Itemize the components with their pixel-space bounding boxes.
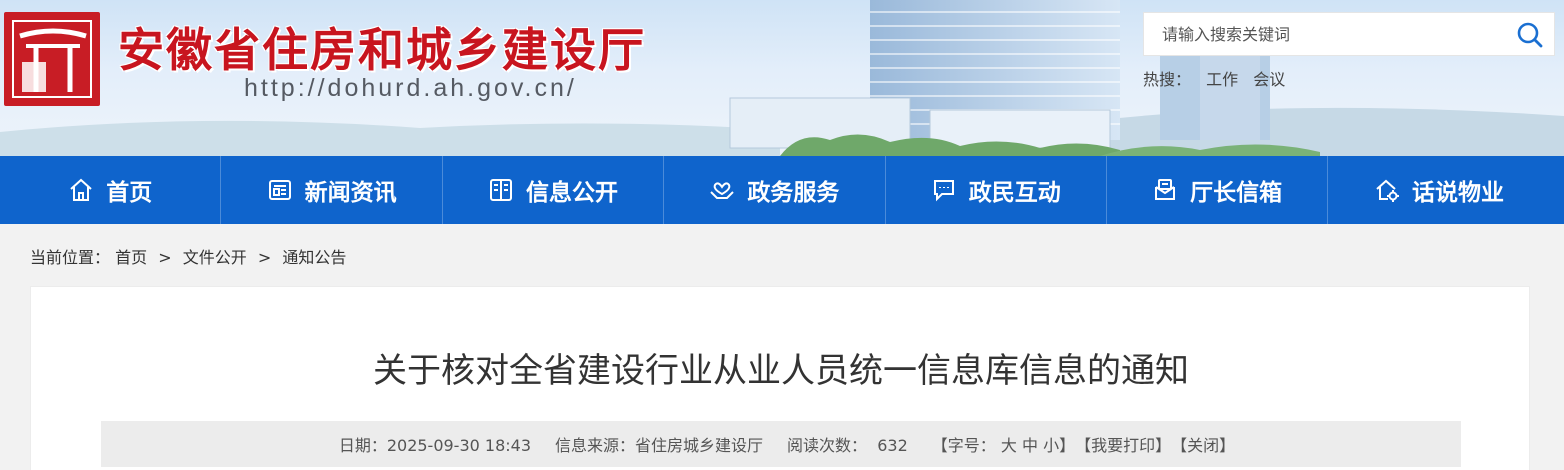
hot-keyword-meeting[interactable]: 会议 bbox=[1253, 70, 1285, 89]
source-label: 信息来源： bbox=[555, 436, 636, 455]
breadcrumb-separator: > bbox=[158, 248, 172, 267]
nav-item-director-mailbox[interactable]: 厅长信箱 bbox=[1107, 156, 1329, 224]
print-button[interactable]: 【我要打印】 bbox=[1075, 432, 1171, 456]
nav-item-label: 厅长信箱 bbox=[1190, 180, 1283, 206]
site-header: 安徽省住房和城乡建设厅 http://dohurd.ah.gov.cn/ 热搜：… bbox=[0, 0, 1564, 156]
nav-item-label: 首页 bbox=[106, 180, 153, 206]
site-title: 安徽省住房和城乡建设厅 bbox=[118, 23, 646, 77]
article-panel: 关于核对全省建设行业从业人员统一信息库信息的通知 日期：2025-09-30 1… bbox=[30, 286, 1530, 470]
source-value: 省住房城乡建设厅 bbox=[635, 436, 764, 455]
views-value: 632 bbox=[877, 436, 908, 455]
views-label: 阅读次数： bbox=[787, 436, 868, 455]
nav-item-news[interactable]: 新闻资讯 bbox=[221, 156, 443, 224]
nav-item-label: 政民互动 bbox=[968, 180, 1061, 206]
mailbox-icon bbox=[1155, 179, 1176, 200]
breadcrumb-notices[interactable]: 通知公告 bbox=[282, 248, 346, 267]
home-icon bbox=[70, 178, 92, 201]
date-label: 日期： bbox=[338, 436, 387, 455]
font-size-medium-button[interactable]: 中 bbox=[1022, 436, 1038, 455]
search-box bbox=[1143, 12, 1555, 56]
nav-item-home[interactable]: 首页 bbox=[0, 156, 222, 224]
hot-search-label: 热搜： bbox=[1143, 70, 1192, 89]
nav-item-label: 话说物业 bbox=[1412, 180, 1505, 206]
house-gear-icon bbox=[1376, 179, 1400, 202]
date-value: 2025-09-30 18:43 bbox=[386, 436, 532, 455]
view-count: 阅读次数： 632 bbox=[787, 432, 908, 456]
info-source: 信息来源：省住房城乡建设厅 bbox=[555, 432, 763, 456]
font-size-prefix: 【字号： bbox=[931, 436, 996, 455]
breadcrumb-documents[interactable]: 文件公开 bbox=[183, 248, 247, 267]
nav-item-label: 新闻资讯 bbox=[304, 180, 397, 206]
search-input[interactable] bbox=[1144, 13, 1504, 55]
font-size-suffix: 】 bbox=[1059, 436, 1076, 455]
nav-item-info-public[interactable]: 信息公开 bbox=[443, 156, 665, 224]
breadcrumb: 当前位置： 首页 > 文件公开 > 通知公告 bbox=[30, 244, 346, 268]
breadcrumb-separator: > bbox=[257, 248, 272, 267]
nav-item-label: 政务服务 bbox=[747, 180, 840, 206]
main-nav: 首页 新闻资讯 信息公开 政务服务 政民互动 厅长信箱 话说物业 bbox=[0, 156, 1564, 224]
publish-date: 日期：2025-09-30 18:43 bbox=[339, 432, 531, 456]
article-title: 关于核对全省建设行业从业人员统一信息库信息的通知 bbox=[373, 351, 1189, 391]
news-icon bbox=[268, 180, 291, 200]
nav-item-interaction[interactable]: 政民互动 bbox=[886, 156, 1107, 224]
book-icon bbox=[489, 179, 512, 201]
nav-item-label: 信息公开 bbox=[525, 180, 618, 206]
font-size-large-button[interactable]: 大 bbox=[1001, 436, 1017, 455]
chat-icon bbox=[933, 180, 954, 202]
hot-keyword-work[interactable]: 工作 bbox=[1206, 70, 1238, 89]
search-icon[interactable] bbox=[1516, 21, 1544, 49]
font-size-control: 【字号： 大 中 小】 bbox=[932, 432, 1075, 456]
site-logo-seal[interactable] bbox=[4, 12, 100, 106]
nav-item-gov-service[interactable]: 政务服务 bbox=[664, 156, 886, 224]
nav-item-property[interactable]: 话说物业 bbox=[1328, 156, 1549, 224]
font-size-small-button[interactable]: 小 bbox=[1043, 436, 1059, 455]
close-button[interactable]: 【关闭】 bbox=[1171, 432, 1235, 456]
article-meta-bar: 日期：2025-09-30 18:43 信息来源：省住房城乡建设厅 阅读次数： … bbox=[101, 421, 1461, 467]
breadcrumb-home[interactable]: 首页 bbox=[115, 248, 147, 267]
service-hands-icon bbox=[710, 182, 735, 199]
site-url: http://dohurd.ah.gov.cn/ bbox=[244, 74, 577, 102]
hot-search: 热搜： 工作 会议 bbox=[1143, 66, 1295, 90]
breadcrumb-prefix: 当前位置： bbox=[30, 248, 111, 267]
